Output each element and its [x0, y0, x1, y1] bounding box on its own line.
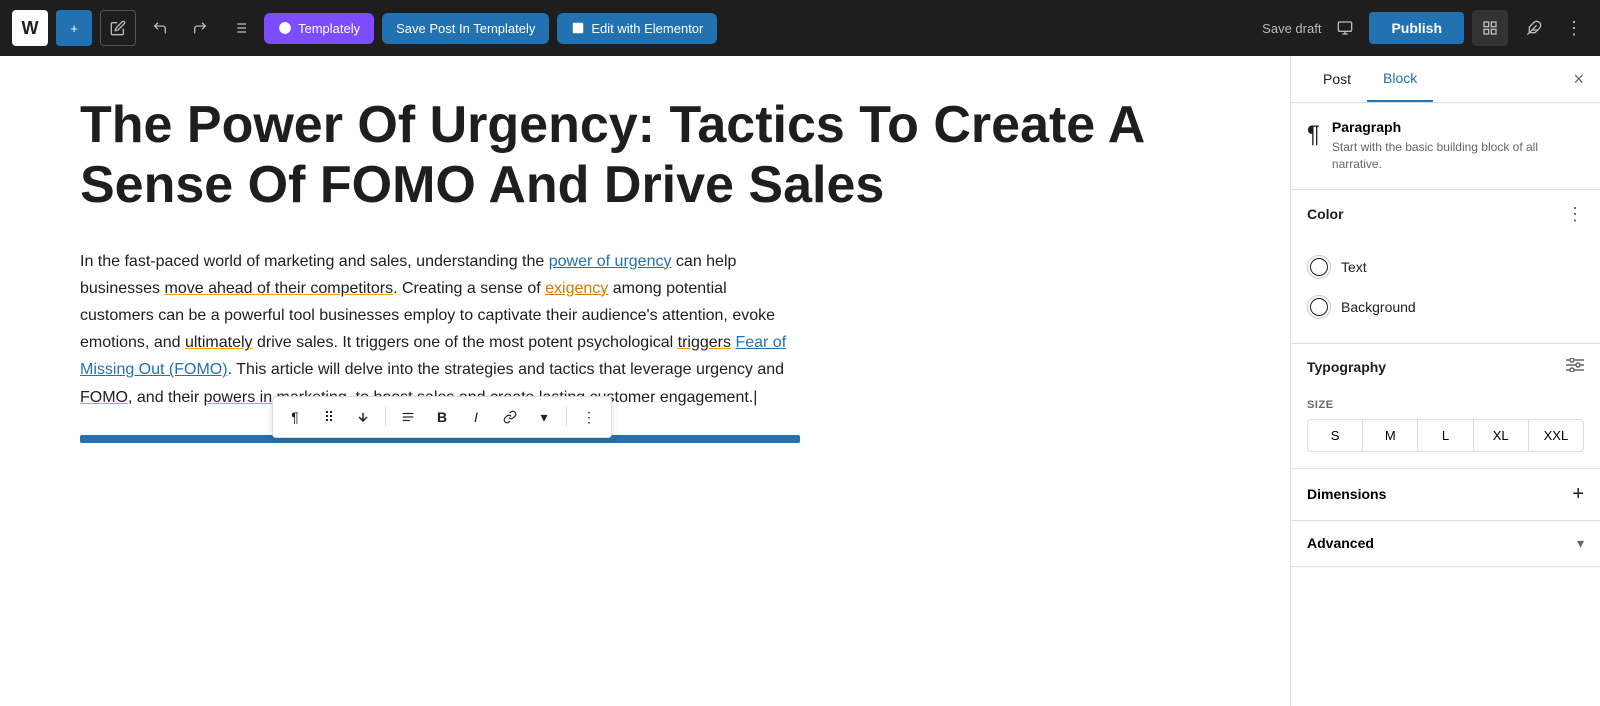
- link-dropdown-button[interactable]: ▾: [528, 401, 560, 433]
- text-fomo2: FOMO: [80, 389, 128, 406]
- block-info: ¶ Paragraph Start with the basic buildin…: [1291, 103, 1600, 190]
- inline-toolbar: ¶ ⠿ B I ▾ ⋮: [272, 396, 612, 438]
- post-paragraph[interactable]: In the fast-paced world of marketing and…: [80, 248, 800, 411]
- advanced-header[interactable]: Advanced ▾: [1291, 521, 1600, 566]
- italic-button[interactable]: I: [460, 401, 492, 433]
- save-post-templately-button[interactable]: Save Post In Templately: [382, 13, 549, 44]
- undo-button[interactable]: [144, 12, 176, 44]
- size-options: S M L XL XXL: [1307, 419, 1584, 452]
- color-section-title: Color: [1307, 206, 1344, 222]
- advanced-section: Advanced ▾: [1291, 521, 1600, 567]
- size-m-button[interactable]: M: [1363, 420, 1418, 451]
- typography-controls-button[interactable]: [1566, 358, 1584, 377]
- size-label: SIZE: [1307, 399, 1584, 411]
- advanced-chevron-icon: ▾: [1577, 535, 1584, 552]
- background-color-swatch[interactable]: [1307, 295, 1331, 319]
- templately-button[interactable]: Templately: [264, 13, 374, 44]
- more-options-button[interactable]: ⋮: [1560, 14, 1588, 42]
- size-xxl-button[interactable]: XXL: [1529, 420, 1583, 451]
- size-l-button[interactable]: L: [1418, 420, 1473, 451]
- color-more-button[interactable]: ⋮: [1566, 204, 1584, 225]
- panel-body: ¶ Paragraph Start with the basic buildin…: [1291, 103, 1600, 706]
- color-section: Color ⋮ Text Background: [1291, 190, 1600, 344]
- dimensions-header[interactable]: Dimensions +: [1291, 469, 1600, 520]
- redo-button[interactable]: [184, 12, 216, 44]
- dimensions-section: Dimensions +: [1291, 469, 1600, 521]
- background-color-row[interactable]: Background: [1307, 287, 1584, 327]
- drag-handle-button[interactable]: ⠿: [313, 401, 345, 433]
- save-draft-button[interactable]: Save draft: [1262, 21, 1321, 36]
- add-block-button[interactable]: +: [56, 10, 92, 46]
- text-triggers: triggers: [678, 334, 731, 351]
- paragraph-type-button[interactable]: ¶: [279, 401, 311, 433]
- text-move-ahead: move ahead of their competitors: [165, 280, 394, 297]
- paragraph-icon: ¶: [1307, 121, 1320, 149]
- edit-pencil-button[interactable]: [100, 10, 136, 46]
- post-title[interactable]: The Power Of Urgency: Tactics To Create …: [80, 96, 1210, 216]
- move-button[interactable]: [347, 401, 379, 433]
- settings-button[interactable]: [1472, 10, 1508, 46]
- typography-options: SIZE S M L XL XXL: [1291, 391, 1600, 468]
- link-power-urgency[interactable]: power of urgency: [549, 253, 672, 270]
- background-color-label: Background: [1341, 299, 1416, 315]
- size-s-button[interactable]: S: [1308, 420, 1363, 451]
- link-button[interactable]: [494, 401, 526, 433]
- advanced-title: Advanced: [1307, 535, 1374, 551]
- toolbar-divider-2: [566, 407, 567, 427]
- post-tab[interactable]: Post: [1307, 57, 1367, 101]
- block-tab[interactable]: Block: [1367, 56, 1433, 102]
- publish-button[interactable]: Publish: [1369, 12, 1464, 44]
- preview-button[interactable]: [1329, 12, 1361, 44]
- color-options: Text Background: [1291, 239, 1600, 343]
- typography-section: Typography SIZE S M L XL XXL: [1291, 344, 1600, 469]
- link-exigency[interactable]: exigency: [545, 280, 608, 297]
- typography-section-title: Typography: [1307, 359, 1386, 375]
- block-description: Start with the basic building block of a…: [1332, 139, 1584, 173]
- editor-area[interactable]: The Power Of Urgency: Tactics To Create …: [0, 56, 1290, 706]
- block-name: Paragraph: [1332, 119, 1584, 135]
- edit-elementor-button[interactable]: Edit with Elementor: [557, 13, 717, 44]
- color-section-header[interactable]: Color ⋮: [1291, 190, 1600, 239]
- dimensions-add-button[interactable]: +: [1572, 483, 1584, 506]
- list-view-button[interactable]: [224, 12, 256, 44]
- size-xl-button[interactable]: XL: [1474, 420, 1529, 451]
- text-color-row[interactable]: Text: [1307, 247, 1584, 287]
- right-panel: Post Block × ¶ Paragraph Start with the …: [1290, 56, 1600, 706]
- plugins-button[interactable]: [1516, 10, 1552, 46]
- main-content: The Power Of Urgency: Tactics To Create …: [0, 56, 1600, 706]
- typography-section-header[interactable]: Typography: [1291, 344, 1600, 391]
- align-button[interactable]: [392, 401, 424, 433]
- panel-tabs: Post Block ×: [1291, 56, 1600, 103]
- bold-button[interactable]: B: [426, 401, 458, 433]
- text-ultimately: ultimately: [185, 334, 253, 351]
- panel-close-button[interactable]: ×: [1573, 70, 1584, 88]
- wp-logo: W: [12, 10, 48, 46]
- topbar: W + Templately Save Post In Templately E…: [0, 0, 1600, 56]
- text-color-label: Text: [1341, 259, 1367, 275]
- more-options-inline-button[interactable]: ⋮: [573, 401, 605, 433]
- text-color-swatch[interactable]: [1307, 255, 1331, 279]
- dimensions-title: Dimensions: [1307, 486, 1386, 502]
- toolbar-divider: [385, 407, 386, 427]
